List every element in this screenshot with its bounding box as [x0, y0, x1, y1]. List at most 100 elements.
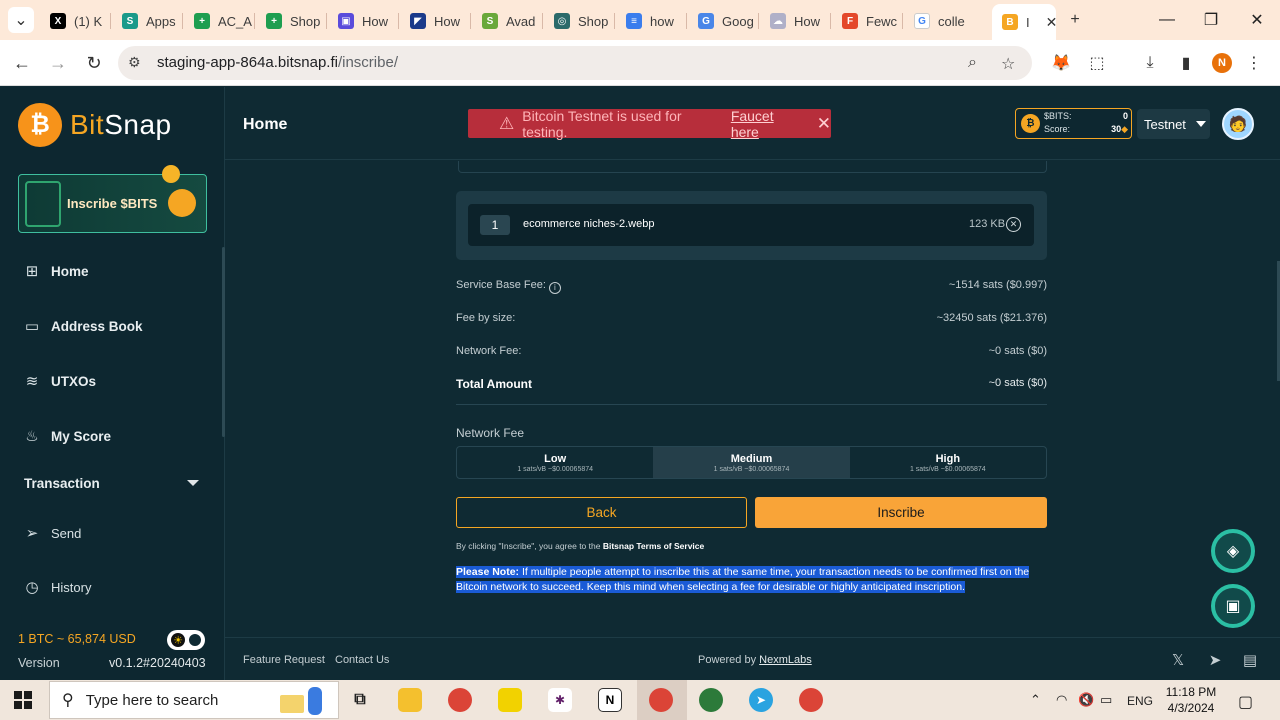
note-body: If multiple people attempt to inscribe t… [456, 566, 1030, 593]
x-social-icon[interactable]: 𝕏 [1170, 651, 1186, 669]
metamask-icon[interactable]: 🦊 [1050, 52, 1072, 74]
sidebar-item-send[interactable]: ➢ Send [24, 525, 82, 542]
tab-separator [254, 13, 255, 29]
divider [456, 404, 1047, 405]
chevron-up-icon[interactable]: ⌃ [1030, 692, 1041, 708]
sidebar-item-history[interactable]: ◷ History [24, 579, 91, 596]
sidebar-item-my-score[interactable]: ♨ My Score [24, 428, 111, 445]
sidebar-item-utxos[interactable]: ≋ UTXOs [24, 373, 96, 390]
sidebar-item-home[interactable]: ⊞ Home [24, 263, 89, 280]
terms-link[interactable]: Bitsnap Terms of Service [603, 541, 704, 551]
theme-toggle[interactable]: ☀ [167, 630, 205, 650]
sidebar-item-label: Address Book [51, 318, 143, 334]
new-tab-button[interactable]: + [1062, 8, 1088, 32]
tab-search-button[interactable]: ⌄ [8, 7, 34, 33]
tab-separator [326, 13, 327, 29]
sticky-notes-icon[interactable] [498, 688, 522, 712]
browser-tab[interactable]: G Goog [688, 6, 758, 36]
faucet-link[interactable]: Faucet here [731, 108, 803, 140]
telegram-icon[interactable]: ➤ [749, 688, 773, 712]
browser-tab[interactable]: ◤ How [400, 6, 470, 36]
address-bar[interactable]: ⚙ staging-app-864a.bitsnap.fi/inscribe/ … [118, 46, 1032, 80]
sidebar-item-label: Send [51, 525, 82, 541]
total-amount-row: Total Amount ~0 sats ($0) [456, 377, 1047, 391]
notion-icon[interactable]: N [598, 688, 622, 712]
battery-icon[interactable]: ▭ [1100, 692, 1112, 708]
page-title: Home [243, 116, 288, 133]
back-button[interactable]: Back [456, 497, 747, 528]
bits-score-box[interactable]: ₿ $BITS: 0 Score: 30◆ [1015, 108, 1132, 139]
downloads-icon[interactable]: ⤓ [1139, 52, 1161, 74]
task-view-icon[interactable]: ⧉ [348, 688, 372, 712]
telegram-icon[interactable]: ➤ [1207, 651, 1223, 669]
minimize-button[interactable]: — [1144, 0, 1190, 40]
inscribe-button[interactable]: Inscribe [755, 497, 1047, 528]
chrome-icon[interactable] [448, 688, 472, 712]
video-icon: ▣ [338, 13, 354, 29]
fee-option-high[interactable]: High 1 sats/vB ~$0.00065874 [850, 447, 1046, 478]
bitsnap-logo[interactable]: ₿ BitSnap [18, 103, 172, 147]
fee-option-low[interactable]: Low 1 sats/vB ~$0.00065874 [457, 447, 653, 478]
zoom-icon[interactable]: ⌕ [968, 54, 977, 72]
app-icon[interactable] [699, 688, 723, 712]
close-window-button[interactable]: ✕ [1234, 0, 1280, 40]
taskbar-search[interactable]: ⚲ Type here to search [49, 681, 339, 719]
browser-tab[interactable]: + AC_A [184, 6, 254, 36]
file-explorer-icon[interactable] [398, 688, 422, 712]
clock[interactable]: 11:18 PM 4/3/2024 [1158, 684, 1224, 716]
bookmark-star-icon[interactable]: ☆ [1001, 54, 1015, 74]
fee-option-label: Low [544, 452, 567, 465]
footer: Feature Request Contact Us Powered by Ne… [225, 637, 1280, 680]
chrome-icon[interactable] [649, 688, 673, 712]
remove-file-icon[interactable]: ✕ [1006, 217, 1021, 232]
slack-icon[interactable]: ✱ [548, 688, 572, 712]
inscribe-bits-banner[interactable]: Inscribe $BITS [18, 165, 207, 233]
browser-tab[interactable]: S Avad [472, 6, 542, 36]
fee-option-medium[interactable]: Medium 1 sats/vB ~$0.00065874 [653, 447, 850, 478]
extensions-icon[interactable]: ⬚ [1086, 52, 1108, 74]
upload-panel-edge [458, 161, 1047, 173]
site-settings-icon[interactable]: ⚙ [128, 54, 146, 72]
browser-tab[interactable]: B I ✕ [992, 4, 1056, 40]
browser-tab[interactable]: ☁ How [760, 6, 830, 36]
chat-fab-button[interactable]: ▣ [1211, 584, 1255, 628]
transaction-section-toggle[interactable]: Transaction [24, 476, 199, 491]
browser-tab[interactable]: ◎ Shop [544, 6, 614, 36]
chrome-icon[interactable] [799, 688, 823, 712]
browser-tab[interactable]: S Apps [112, 6, 182, 36]
browser-tab[interactable]: ▣ How [328, 6, 398, 36]
browser-tab[interactable]: F Fewc [832, 6, 902, 36]
browser-tab[interactable]: ≡ how [616, 6, 686, 36]
browser-tab[interactable]: X (1) K [40, 6, 110, 36]
browser-tab[interactable]: Gcolle [904, 6, 974, 36]
feature-request-link[interactable]: Feature Request [243, 654, 325, 666]
network-select[interactable]: Testnet [1137, 109, 1210, 139]
docs-icon[interactable]: ▤ [1242, 651, 1258, 669]
maximize-button[interactable]: ❐ [1188, 0, 1234, 40]
contact-us-link[interactable]: Contact Us [335, 654, 389, 666]
forward-arrow-icon[interactable]: → [46, 51, 70, 75]
notification-icon[interactable]: ▢ [1238, 692, 1253, 712]
gem-fab-button[interactable]: ◈ [1211, 529, 1255, 573]
close-tab-icon[interactable]: ✕ [1046, 14, 1056, 31]
info-icon[interactable]: i [548, 281, 561, 294]
nexmlabs-link[interactable]: NexmLabs [759, 654, 812, 666]
side-panel-icon[interactable]: ▮ [1175, 52, 1197, 74]
file-list-panel: 1 ecommerce niches-2.webp 123 KB ✕ [456, 191, 1047, 260]
app-icon: ◎ [554, 13, 570, 29]
language-indicator[interactable]: ENG [1127, 694, 1153, 708]
reload-icon[interactable]: ↻ [82, 51, 106, 75]
url-text[interactable]: staging-app-864a.bitsnap.fi/inscribe/ [157, 54, 398, 71]
back-arrow-icon[interactable]: ← [10, 51, 34, 75]
browser-tab[interactable]: + Shop [256, 6, 326, 36]
more-menu-icon[interactable]: ⋮ [1243, 52, 1265, 74]
wifi-icon[interactable]: ◠ [1056, 692, 1067, 708]
file-row: 1 ecommerce niches-2.webp 123 KB ✕ [468, 204, 1034, 246]
close-icon[interactable]: ✕ [817, 114, 831, 134]
volume-muted-icon[interactable]: 🔇 [1078, 692, 1094, 708]
profile-avatar[interactable]: N [1212, 53, 1232, 73]
windows-start-icon[interactable] [14, 691, 32, 709]
sidebar-item-address-book[interactable]: ▭ Address Book [24, 318, 143, 335]
user-avatar[interactable]: 🧑 [1222, 108, 1254, 140]
tab-separator [830, 13, 831, 29]
